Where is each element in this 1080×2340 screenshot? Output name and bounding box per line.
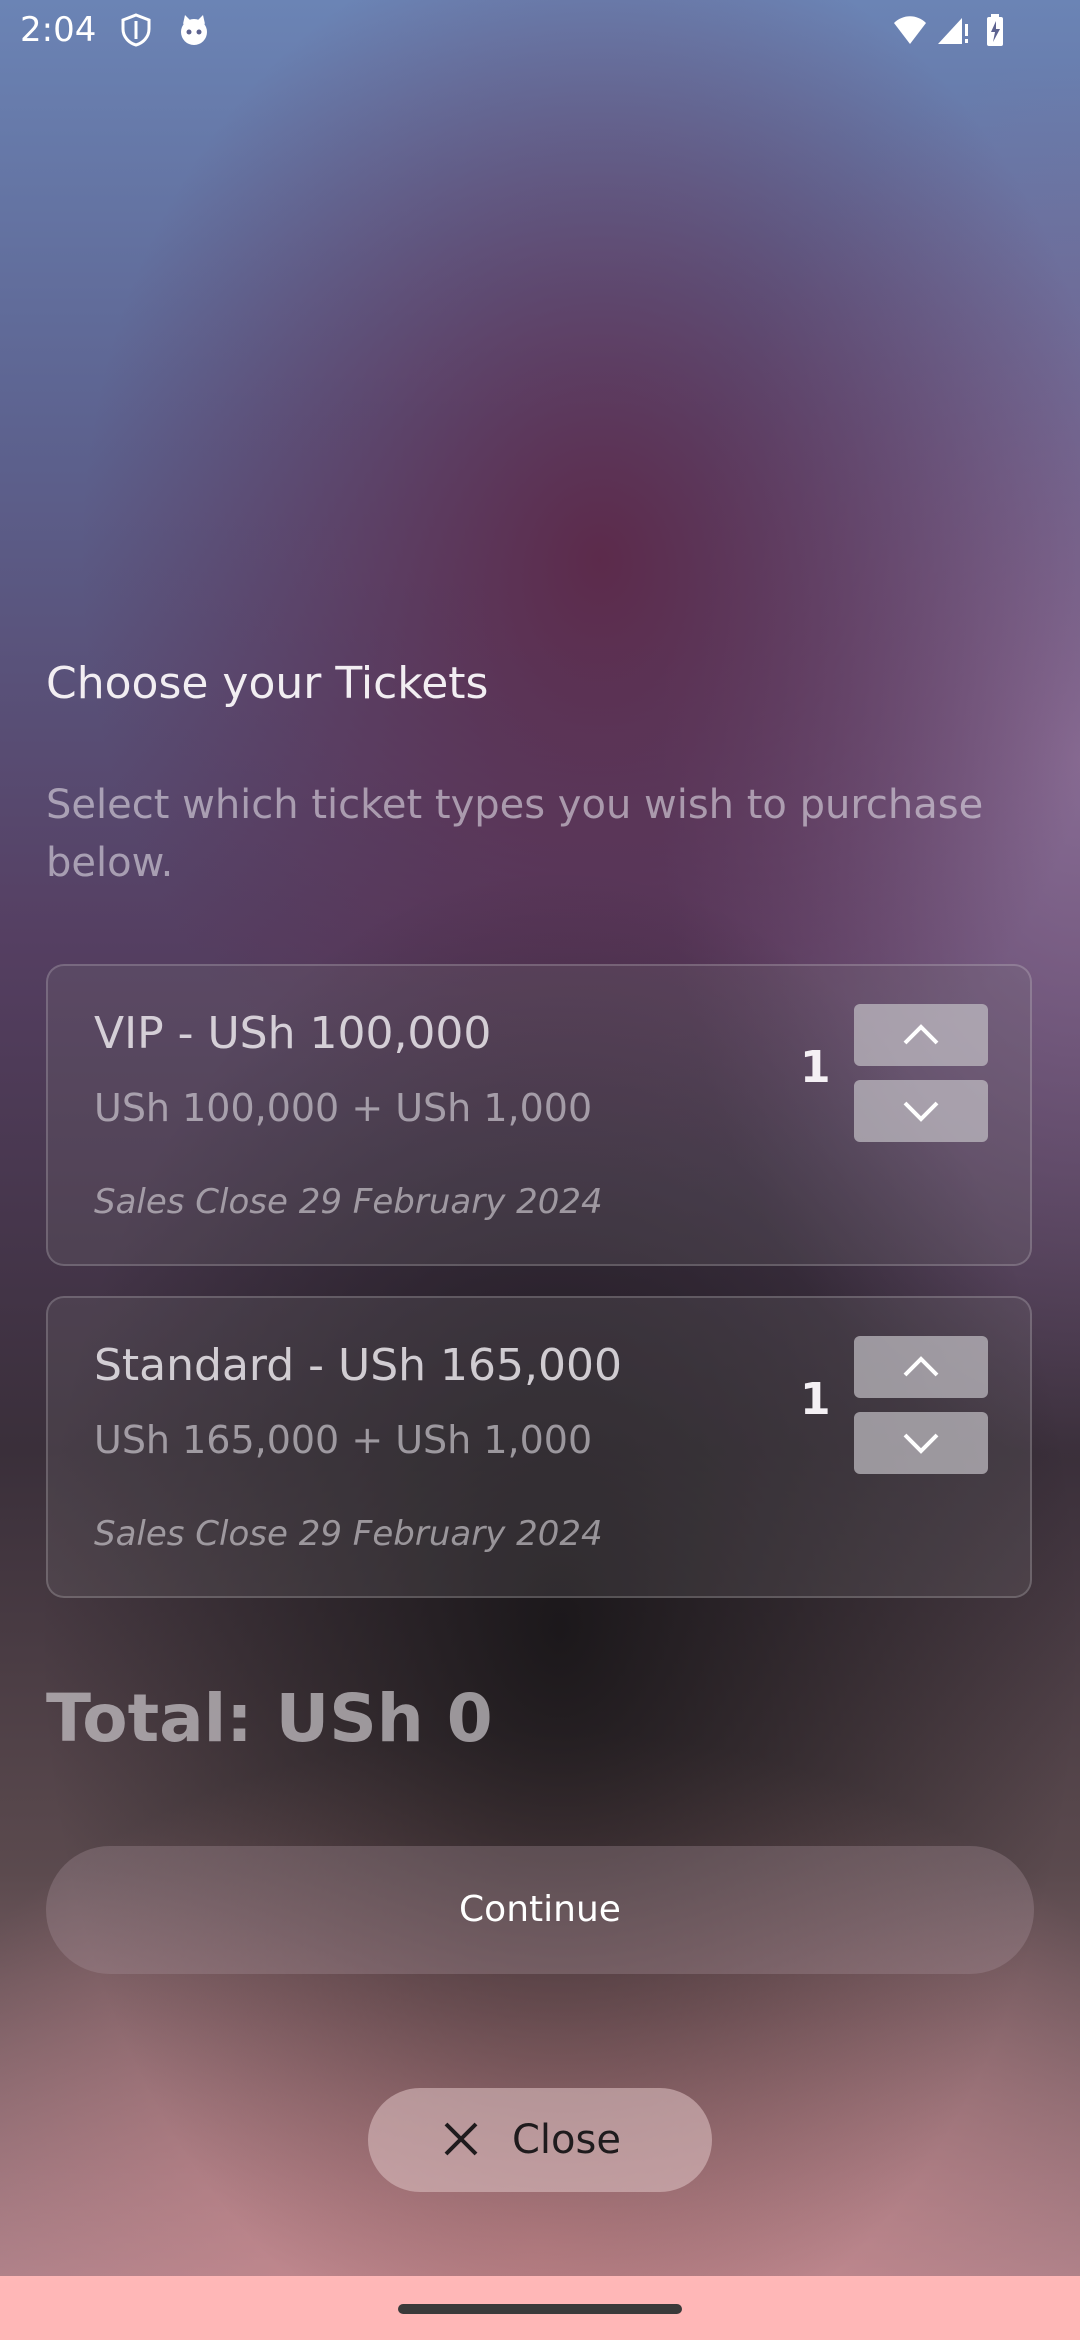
cat-icon (176, 12, 212, 48)
ticket-card-standard: Standard - USh 165,000 USh 165,000 + USh… (46, 1296, 1032, 1598)
chevron-up-icon (903, 1356, 939, 1377)
ticket-name: VIP - USh 100,000 (94, 1008, 492, 1059)
status-time: 2:04 (20, 10, 97, 50)
ticket-quantity: 1 (800, 1374, 831, 1425)
ticket-sales-close: Sales Close 29 February 2024 (94, 1182, 603, 1222)
chevron-down-icon (903, 1101, 939, 1122)
close-icon (444, 2122, 478, 2156)
decrement-button[interactable] (854, 1412, 988, 1474)
status-bar: 2:04 (0, 0, 1080, 64)
navigation-bar (0, 2276, 1080, 2340)
close-button[interactable]: Close (368, 2088, 712, 2192)
battery-charging-icon (982, 12, 1018, 48)
ticket-price-breakdown: USh 165,000 + USh 1,000 (94, 1418, 593, 1462)
total-amount: Total: USh 0 (46, 1680, 493, 1757)
page-subtitle: Select which ticket types you wish to pu… (46, 782, 984, 886)
ticket-name: Standard - USh 165,000 (94, 1340, 622, 1391)
increment-button[interactable] (854, 1004, 988, 1066)
continue-button[interactable]: Continue (46, 1846, 1034, 1974)
continue-label: Continue (459, 1889, 621, 1930)
page-title: Choose your Tickets (46, 658, 489, 709)
ticket-card-vip: VIP - USh 100,000 USh 100,000 + USh 1,00… (46, 964, 1032, 1266)
decrement-button[interactable] (854, 1080, 988, 1142)
ticket-price-breakdown: USh 100,000 + USh 1,000 (94, 1086, 593, 1130)
signal-icon (934, 12, 970, 48)
chevron-up-icon (903, 1024, 939, 1045)
home-gesture-handle[interactable] (398, 2304, 682, 2314)
shield-icon (118, 12, 154, 48)
ticket-sales-close: Sales Close 29 February 2024 (94, 1514, 603, 1554)
wifi-icon (892, 12, 928, 48)
ticket-quantity: 1 (800, 1042, 831, 1093)
close-label: Close (512, 2117, 621, 2163)
chevron-down-icon (903, 1433, 939, 1454)
increment-button[interactable] (854, 1336, 988, 1398)
